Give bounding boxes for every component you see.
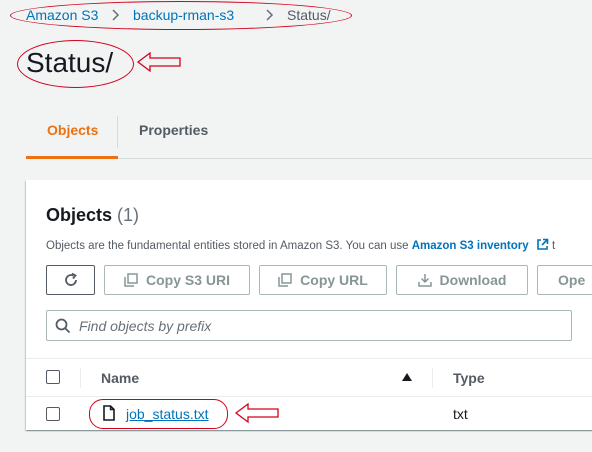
column-divider <box>432 368 433 388</box>
copy-s3-uri-button[interactable]: Copy S3 URI <box>104 265 250 295</box>
copy-icon <box>124 273 138 287</box>
column-header-type[interactable]: Type <box>453 370 485 386</box>
column-header-name[interactable]: Name <box>101 370 139 386</box>
description-tail: t <box>552 240 556 252</box>
copy-url-button[interactable]: Copy URL <box>259 265 387 295</box>
search-placeholder: Find objects by prefix <box>79 317 212 334</box>
open-button[interactable]: Ope <box>537 265 592 295</box>
copy-s3-uri-label: Copy S3 URI <box>145 272 230 288</box>
tab-divider <box>117 116 118 148</box>
inventory-link[interactable]: Amazon S3 inventory <box>412 240 529 252</box>
select-all-checkbox[interactable] <box>46 370 60 384</box>
search-input[interactable]: Find objects by prefix <box>46 310 572 341</box>
table-header-divider <box>26 396 592 397</box>
annotation-ellipse <box>17 40 134 88</box>
panel-title: Objects (1) <box>46 205 139 226</box>
tab-active-indicator <box>26 156 118 159</box>
annotation-arrow-icon <box>136 51 181 73</box>
tab-properties[interactable]: Properties <box>139 122 208 138</box>
copy-url-label: Copy URL <box>300 272 368 288</box>
annotation-ellipse <box>89 399 228 429</box>
panel-title-text: Objects <box>46 205 113 225</box>
refresh-button[interactable] <box>46 265 95 295</box>
description-text: Objects are the fundamental entities sto… <box>46 240 409 252</box>
open-label: Ope <box>558 272 586 288</box>
panel-description: Objects are the fundamental entities sto… <box>46 238 555 252</box>
table-top-divider <box>26 358 592 359</box>
download-button[interactable]: Download <box>396 265 528 295</box>
refresh-icon <box>64 272 77 286</box>
copy-icon <box>278 273 292 287</box>
annotation-arrow-icon <box>234 402 279 424</box>
tab-objects[interactable]: Objects <box>47 122 98 138</box>
row-checkbox[interactable] <box>46 407 60 421</box>
object-type: txt <box>453 406 468 422</box>
sort-ascending-icon[interactable] <box>401 372 413 382</box>
download-label: Download <box>439 272 507 288</box>
annotation-ellipse <box>10 1 352 30</box>
download-icon <box>417 274 432 287</box>
object-count: (1) <box>117 205 140 225</box>
column-divider <box>80 368 81 388</box>
search-icon <box>55 318 71 333</box>
external-link-icon[interactable] <box>536 238 549 251</box>
